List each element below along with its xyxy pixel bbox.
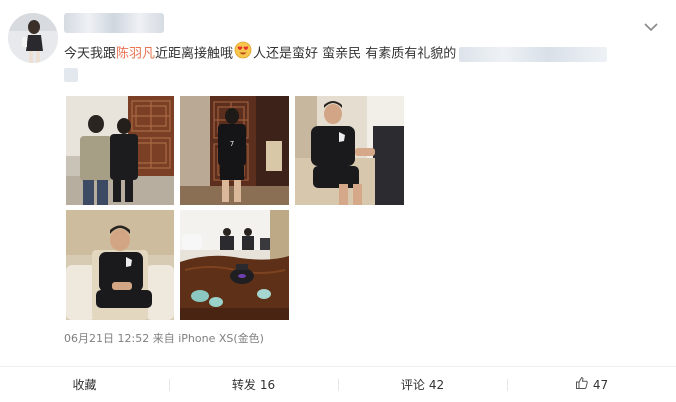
photo-man-back-by-door[interactable]: 7 (180, 96, 289, 205)
repost-button[interactable]: 转发 16 (169, 367, 338, 402)
like-count: 47 (592, 377, 609, 392)
post-text: 今天我跟陈羽凡近距离接触哦 人还是蛮好 蛮亲民 有素质有礼貌的 (64, 41, 608, 63)
avatar-image (8, 13, 58, 63)
photo-man-seated-sofa[interactable] (66, 210, 174, 320)
photo-tea-table-room[interactable] (180, 210, 289, 320)
repost-label: 转发 (231, 378, 256, 392)
comment-count: 42 (428, 377, 445, 392)
action-bar: 收藏 转发 16 评论 42 47 (0, 367, 676, 402)
heart-eyes-emoji-icon (234, 41, 252, 67)
comment-button[interactable]: 评论 42 (338, 367, 507, 402)
favorite-label: 收藏 (72, 378, 97, 392)
post-text-middle: 近距离接触哦 (155, 46, 234, 62)
post-timestamp[interactable]: 06月21日 12:52 (64, 331, 149, 347)
thumbs-up-icon (575, 376, 589, 393)
username-blurred[interactable] (64, 13, 164, 33)
photo-hotel-lobby-two-men[interactable] (66, 96, 174, 205)
comment-label: 评论 (400, 378, 425, 392)
post-source[interactable]: iPhone XS(金色) (178, 331, 264, 347)
source-prefix: 来自 (152, 332, 175, 345)
avatar[interactable] (8, 13, 58, 63)
blurred-text-continued (64, 68, 78, 82)
repost-count: 16 (259, 377, 276, 392)
photo-man-seated-in-chair[interactable] (295, 96, 404, 205)
svg-text:7: 7 (230, 140, 234, 148)
chevron-down-icon[interactable] (640, 18, 662, 36)
blurred-text (459, 46, 608, 62)
post-text-before: 今天我跟 (64, 46, 117, 62)
mention-link[interactable]: 陈羽凡 (116, 47, 155, 62)
post-text-after: 人还是蛮好 蛮亲民 有素质有礼貌的 (253, 46, 457, 62)
favorite-button[interactable]: 收藏 (0, 367, 169, 402)
like-button[interactable]: 47 (507, 367, 676, 402)
post-meta: 06月21日 12:52 来自 iPhone XS(金色) (64, 331, 264, 347)
